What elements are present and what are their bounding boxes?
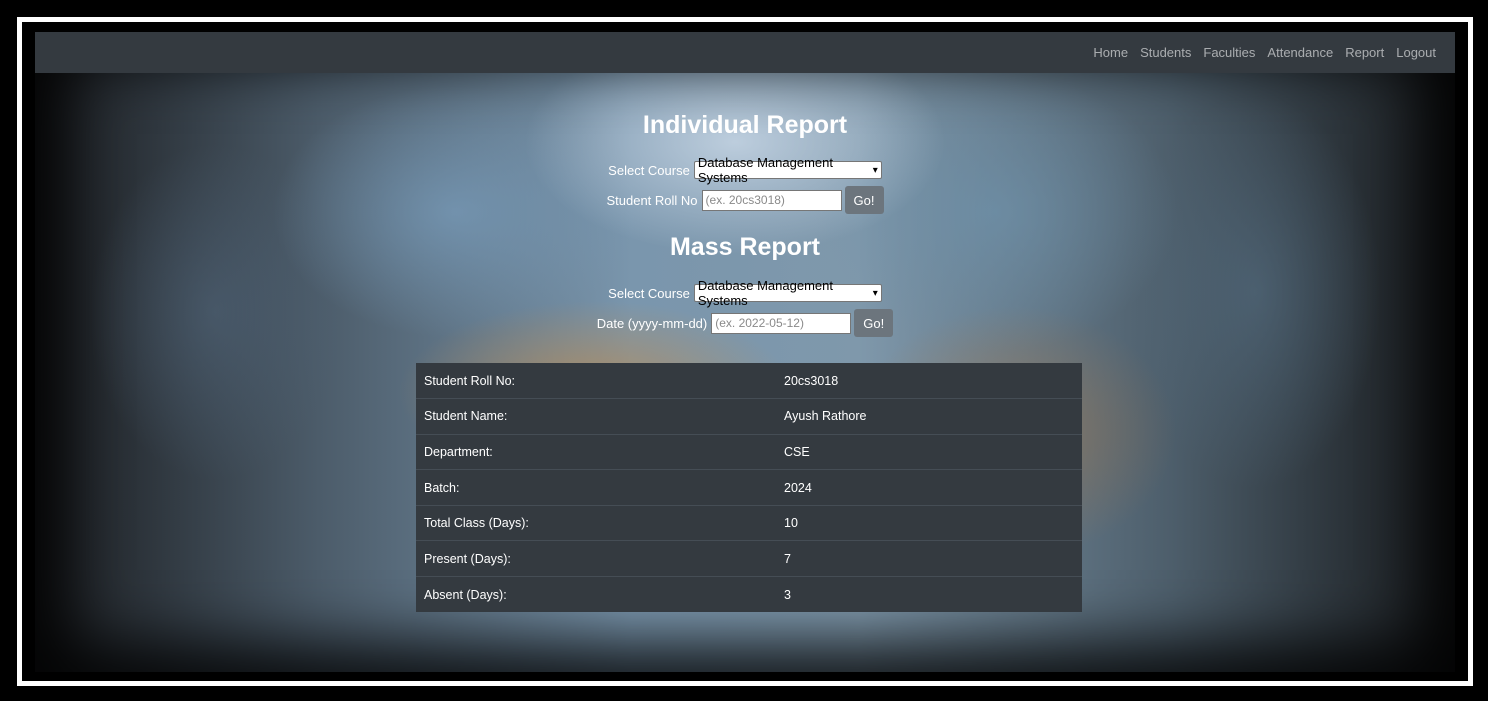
- nav-attendance-link[interactable]: Attendance: [1261, 45, 1339, 60]
- row-value: 2024: [776, 469, 1082, 506]
- row-value: 7: [776, 540, 1082, 577]
- chevron-down-icon: ▾: [872, 164, 878, 176]
- row-value: Ayush Rathore: [776, 398, 1082, 435]
- row-value: 20cs3018: [784, 373, 839, 388]
- individual-course-label: Select Course: [608, 162, 690, 178]
- nav-home-link[interactable]: Home: [1087, 45, 1134, 60]
- nav-faculties-link[interactable]: Faculties: [1197, 45, 1261, 60]
- table-row: Total Class (Days): 10: [416, 504, 1082, 541]
- table-row: Department: CSE: [416, 433, 1082, 470]
- chevron-down-icon: ▾: [872, 287, 878, 299]
- date-input[interactable]: [711, 312, 852, 334]
- nav-links: Home Students Faculties Attendance Repor…: [1087, 45, 1442, 60]
- row-label: Total Class (Days):: [416, 504, 776, 541]
- individual-course-select[interactable]: Database Management Systems ▾: [693, 155, 882, 185]
- navbar: Home Students Faculties Attendance Repor…: [35, 32, 1455, 73]
- mass-course-selected: Database Management Systems: [697, 278, 833, 308]
- row-value: 3: [776, 576, 1082, 613]
- table-row: Batch: 2024: [416, 469, 1082, 506]
- row-value: CSE: [776, 433, 1082, 470]
- roll-no-input[interactable]: [701, 189, 842, 211]
- mass-go-button[interactable]: Go!: [854, 309, 894, 337]
- row-label: Department:: [416, 433, 776, 470]
- mass-report-title: Mass Report: [669, 233, 821, 261]
- mass-course-row: Select Course Database Management System…: [35, 278, 1455, 308]
- nav-logout-link[interactable]: Logout: [1390, 45, 1442, 60]
- main-content: Individual Report Select Course Database…: [35, 73, 1455, 672]
- roll-no-label: Student Roll No: [606, 192, 698, 208]
- individual-roll-row: Student Roll No Go!: [35, 186, 1455, 214]
- report-table: Student Roll No: 20cs3018 Student Name: Ayu…: [416, 363, 1082, 613]
- individual-course-row: Select Course Database Management System…: [35, 155, 1455, 185]
- report-table-body: Student Roll No: 20cs3018 Student Name: Ayu…: [416, 363, 1082, 613]
- nav-report-link[interactable]: Report: [1339, 45, 1390, 60]
- mass-date-row: Date (yyyy-mm-dd) Go!: [35, 309, 1455, 337]
- individual-course-selected: Database Management Systems: [697, 155, 833, 185]
- individual-report-title: Individual Report: [642, 111, 848, 139]
- table-row: Student Name: Ayush Rathore: [416, 398, 1082, 435]
- row-label: Student Roll No:: [424, 373, 516, 388]
- mass-course-label: Select Course: [608, 285, 690, 301]
- outer-frame: Home Students Faculties Attendance Repor…: [17, 17, 1473, 686]
- date-label: Date (yyyy-mm-dd): [596, 315, 708, 331]
- app-screen: Home Students Faculties Attendance Repor…: [35, 32, 1455, 672]
- mass-course-select[interactable]: Database Management Systems ▾: [693, 278, 882, 308]
- row-label: Absent (Days):: [416, 576, 776, 613]
- row-label: Batch:: [416, 469, 776, 506]
- table-row: Absent (Days): 3: [416, 576, 1082, 613]
- table-row: Student Roll No: 20cs3018: [416, 363, 1082, 399]
- nav-students-link[interactable]: Students: [1134, 45, 1197, 60]
- individual-go-button[interactable]: Go!: [844, 186, 884, 214]
- row-value: 10: [776, 504, 1082, 541]
- row-label: Student Name:: [416, 398, 776, 435]
- row-label: Present (Days):: [416, 540, 776, 577]
- table-row: Present (Days): 7: [416, 540, 1082, 577]
